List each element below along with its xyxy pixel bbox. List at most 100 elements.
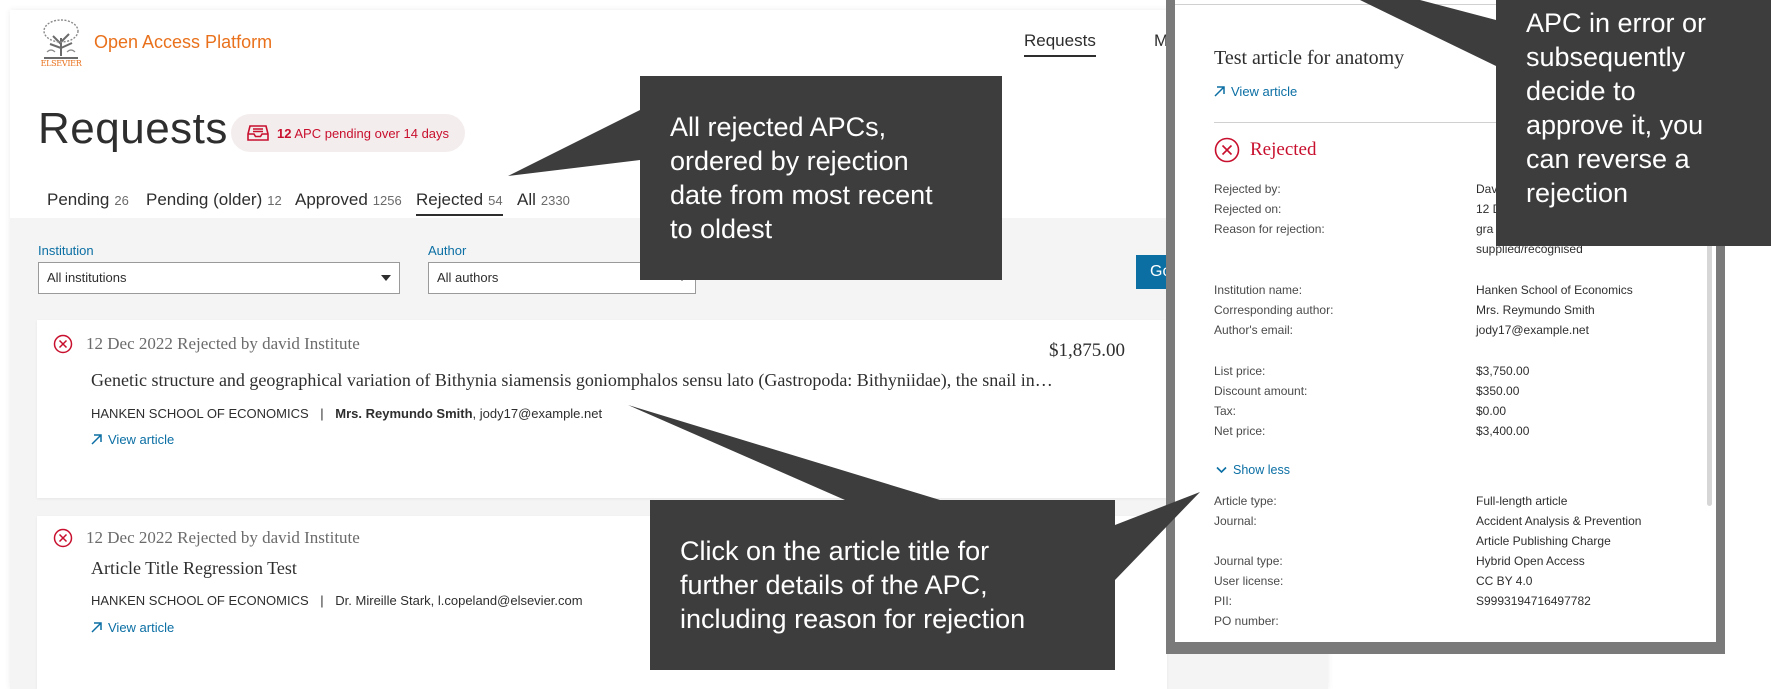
brand-name[interactable]: Open Access Platform xyxy=(94,32,272,53)
panel-scrollbar[interactable] xyxy=(1707,232,1712,506)
callout-line: subsequently xyxy=(1526,42,1686,72)
panel-status-label: Rejected xyxy=(1250,139,1317,160)
elsevier-logo[interactable]: ELSEVIER xyxy=(38,18,84,68)
page-title: Requests xyxy=(38,104,228,153)
card-status: 12 Dec 2022 Rejected by david Institute xyxy=(86,334,360,353)
callout-click-title: Click on the article title for further d… xyxy=(650,500,1115,670)
panel-view-article-link[interactable]: View article xyxy=(1214,84,1297,99)
logo-text: ELSEVIER xyxy=(40,59,82,68)
author-email: Dr. Mireille Stark, l.copeland@elsevier.… xyxy=(335,593,583,608)
journal-type-value: Hybrid Open Access xyxy=(1476,554,1585,568)
show-less-toggle[interactable]: Show less xyxy=(1216,463,1290,477)
author-name: Mrs. Reymundo Smith xyxy=(335,406,473,421)
rejection-reason-label: Reason for rejection: xyxy=(1214,222,1325,236)
card-meta: HANKEN SCHOOL OF ECONOMICS | Mrs. Reymun… xyxy=(91,406,602,421)
article-title[interactable]: Article Title Regression Test xyxy=(91,558,297,579)
card-meta: HANKEN SCHOOL OF ECONOMICS | Dr. Mireill… xyxy=(91,593,583,608)
view-article-label: View article xyxy=(1231,84,1298,99)
inbox-icon xyxy=(247,125,269,141)
journal-value: Accident Analysis & Prevention xyxy=(1476,514,1642,528)
article-type-value: Full-length article xyxy=(1476,494,1568,508)
user-license-label: User license: xyxy=(1214,574,1284,588)
discount-value: $350.00 xyxy=(1476,384,1520,398)
journal-value-cont: Article Publishing Charge xyxy=(1476,534,1611,548)
article-title[interactable]: Genetic structure and geographical varia… xyxy=(91,370,1053,391)
tree-icon xyxy=(38,18,84,60)
callout-line: date from most recent xyxy=(670,180,933,210)
user-license-value: CC BY 4.0 xyxy=(1476,574,1533,588)
chevron-down-icon xyxy=(381,275,391,281)
alert-count: 12 xyxy=(277,125,292,141)
callout-line: ordered by rejection xyxy=(670,146,909,176)
callout-line: can reverse a xyxy=(1526,144,1690,174)
rejected-icon xyxy=(1214,137,1240,163)
author-label: Author xyxy=(428,243,467,258)
callout-line: further details of the APC, xyxy=(680,570,988,600)
callout-rejected-order: All rejected APCs, ordered by rejection … xyxy=(640,76,1002,280)
rejected-icon xyxy=(53,528,73,548)
nav-requests[interactable]: Requests xyxy=(1024,31,1096,57)
rejected-on-label: Rejected on: xyxy=(1214,202,1282,216)
panel-article-title: Test article for anatomy xyxy=(1214,47,1405,69)
tab-rejected[interactable]: Rejected 54 xyxy=(416,190,503,216)
callout-line: including reason for rejection xyxy=(680,604,1026,634)
author-email-value: jody17@example.net xyxy=(1476,323,1589,337)
tab-all[interactable]: All 2330 xyxy=(517,190,570,210)
author-email-label: Author's email: xyxy=(1214,323,1293,337)
tab-count: 54 xyxy=(488,193,503,208)
author-value: All authors xyxy=(437,270,499,285)
list-price-label: List price: xyxy=(1214,364,1266,378)
callout-reverse-rejection: APC in error or subsequently decide to a… xyxy=(1496,0,1771,246)
institution-name: HANKEN SCHOOL OF ECONOMICS xyxy=(91,406,309,421)
rejected-by-label: Rejected by: xyxy=(1214,182,1281,196)
meta-separator: | xyxy=(320,593,324,608)
tab-pending[interactable]: Pending 26 xyxy=(47,190,129,210)
institution-name-value: Hanken School of Economics xyxy=(1476,283,1633,297)
net-price-value: $3,400.00 xyxy=(1476,424,1530,438)
tax-value: $0.00 xyxy=(1476,404,1507,418)
tax-label: Tax: xyxy=(1214,404,1237,418)
callout-line: Click on the article title for xyxy=(680,536,990,566)
institution-value: All institutions xyxy=(47,270,127,285)
corresponding-author-label: Corresponding author: xyxy=(1214,303,1334,317)
institution-name: HANKEN SCHOOL OF ECONOMICS xyxy=(91,593,309,608)
tab-pending-older[interactable]: Pending (older) 12 xyxy=(146,190,282,210)
tab-label: Pending (older) xyxy=(146,190,263,209)
corresponding-author-value: Mrs. Reymundo Smith xyxy=(1476,303,1595,317)
view-article-label: View article xyxy=(108,432,175,447)
request-card: 12 Dec 2022 Rejected by david Institute … xyxy=(37,320,1167,498)
tab-approved[interactable]: Approved 1256 xyxy=(295,190,402,210)
pending-alert-badge[interactable]: 12 APC pending over 14 days xyxy=(231,114,466,152)
tab-count: 2330 xyxy=(540,193,570,208)
discount-label: Discount amount: xyxy=(1214,384,1308,398)
net-price-label: Net price: xyxy=(1214,424,1266,438)
tab-label: Pending xyxy=(47,190,110,209)
pii-label: PII: xyxy=(1214,594,1233,608)
callout-line: approve it, you xyxy=(1526,110,1704,140)
institution-select[interactable]: All institutions xyxy=(38,262,400,294)
external-arrow-icon xyxy=(91,622,102,633)
view-article-link[interactable]: View article xyxy=(91,432,174,447)
tab-label: Rejected xyxy=(416,190,484,209)
chevron-down-icon xyxy=(1216,466,1227,474)
callout-line: to oldest xyxy=(670,214,773,244)
external-arrow-icon xyxy=(1214,86,1225,97)
institution-label: Institution xyxy=(38,243,94,258)
card-status: 12 Dec 2022 Rejected by david Institute xyxy=(86,528,360,547)
article-type-label: Article type: xyxy=(1214,494,1277,508)
view-article-label: View article xyxy=(108,620,175,635)
author-email: , jody17@example.net xyxy=(472,406,603,421)
journal-type-label: Journal type: xyxy=(1214,554,1283,568)
tab-count: 12 xyxy=(267,193,282,208)
external-arrow-icon xyxy=(91,434,102,445)
rejection-reason-value: gra xyxy=(1476,222,1494,236)
callout-line: rejection xyxy=(1526,178,1629,208)
view-article-link[interactable]: View article xyxy=(91,620,174,635)
panel-status: Rejected xyxy=(1214,137,1316,163)
pii-value: S9993194716497782 xyxy=(1476,594,1591,608)
institution-name-label: Institution name: xyxy=(1214,283,1303,297)
rejected-by-value: Dav xyxy=(1476,182,1498,196)
callout-line: APC in error or xyxy=(1526,8,1707,38)
callout-line: decide to xyxy=(1526,76,1636,106)
alert-text: APC pending over 14 days xyxy=(294,125,450,141)
